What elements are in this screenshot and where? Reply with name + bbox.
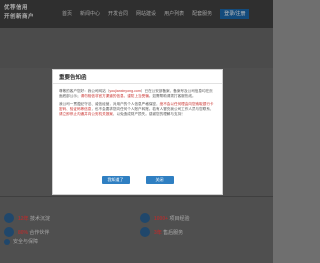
- notice-text: 。如需帮助请拨打客服热线。: [148, 94, 196, 99]
- notice-paragraph-1: 尊敬的客户您好：我公司网站（youjianxinyong.com）已在公安部备案…: [59, 89, 216, 99]
- page: 优荐信用 开创新商户 首页 新闻中心 开发合同 网站建设 用户列表 配套服务 登…: [0, 0, 273, 263]
- modal-title: 重要告知函: [59, 74, 87, 81]
- notice-text: 我公司一贯遵纪守法、诚信经营，对用户的个人信息严格保密，: [59, 102, 160, 107]
- notice-highlight: youjianxinyong.com: [109, 89, 141, 93]
- notice-text: 尊敬的客户您好：我公司网站（: [59, 89, 110, 93]
- notice-modal: 重要告知函 尊敬的客户您好：我公司网站（youjianxinyong.com）已…: [52, 69, 223, 195]
- notice-highlight: 请勿相信非官方渠道的信息，谨防上当受骗: [80, 94, 149, 99]
- notice-text: ，也不会要求您向任何个人账户转账。若有人冒充我公司工作人员与您联系，: [91, 107, 214, 112]
- notice-paragraph-2: 我公司一贯遵纪守法、诚信经营，对用户的个人信息严格保密，绝不会以任何理由向您索取…: [59, 102, 216, 117]
- modal-actions: 我知道了 关闭: [53, 176, 222, 184]
- notice-text: ，以免造成财产损失。感谢您的理解与支持！: [112, 112, 185, 117]
- acknowledge-button[interactable]: 我知道了: [101, 176, 130, 184]
- close-button[interactable]: 关闭: [145, 176, 174, 184]
- notice-highlight: 请立即停止沟通并向公安机关报案: [59, 112, 113, 117]
- modal-body: 尊敬的客户您好：我公司网站（youjianxinyong.com）已在公安部备案…: [53, 84, 222, 117]
- modal-header: 重要告知函: [53, 70, 222, 84]
